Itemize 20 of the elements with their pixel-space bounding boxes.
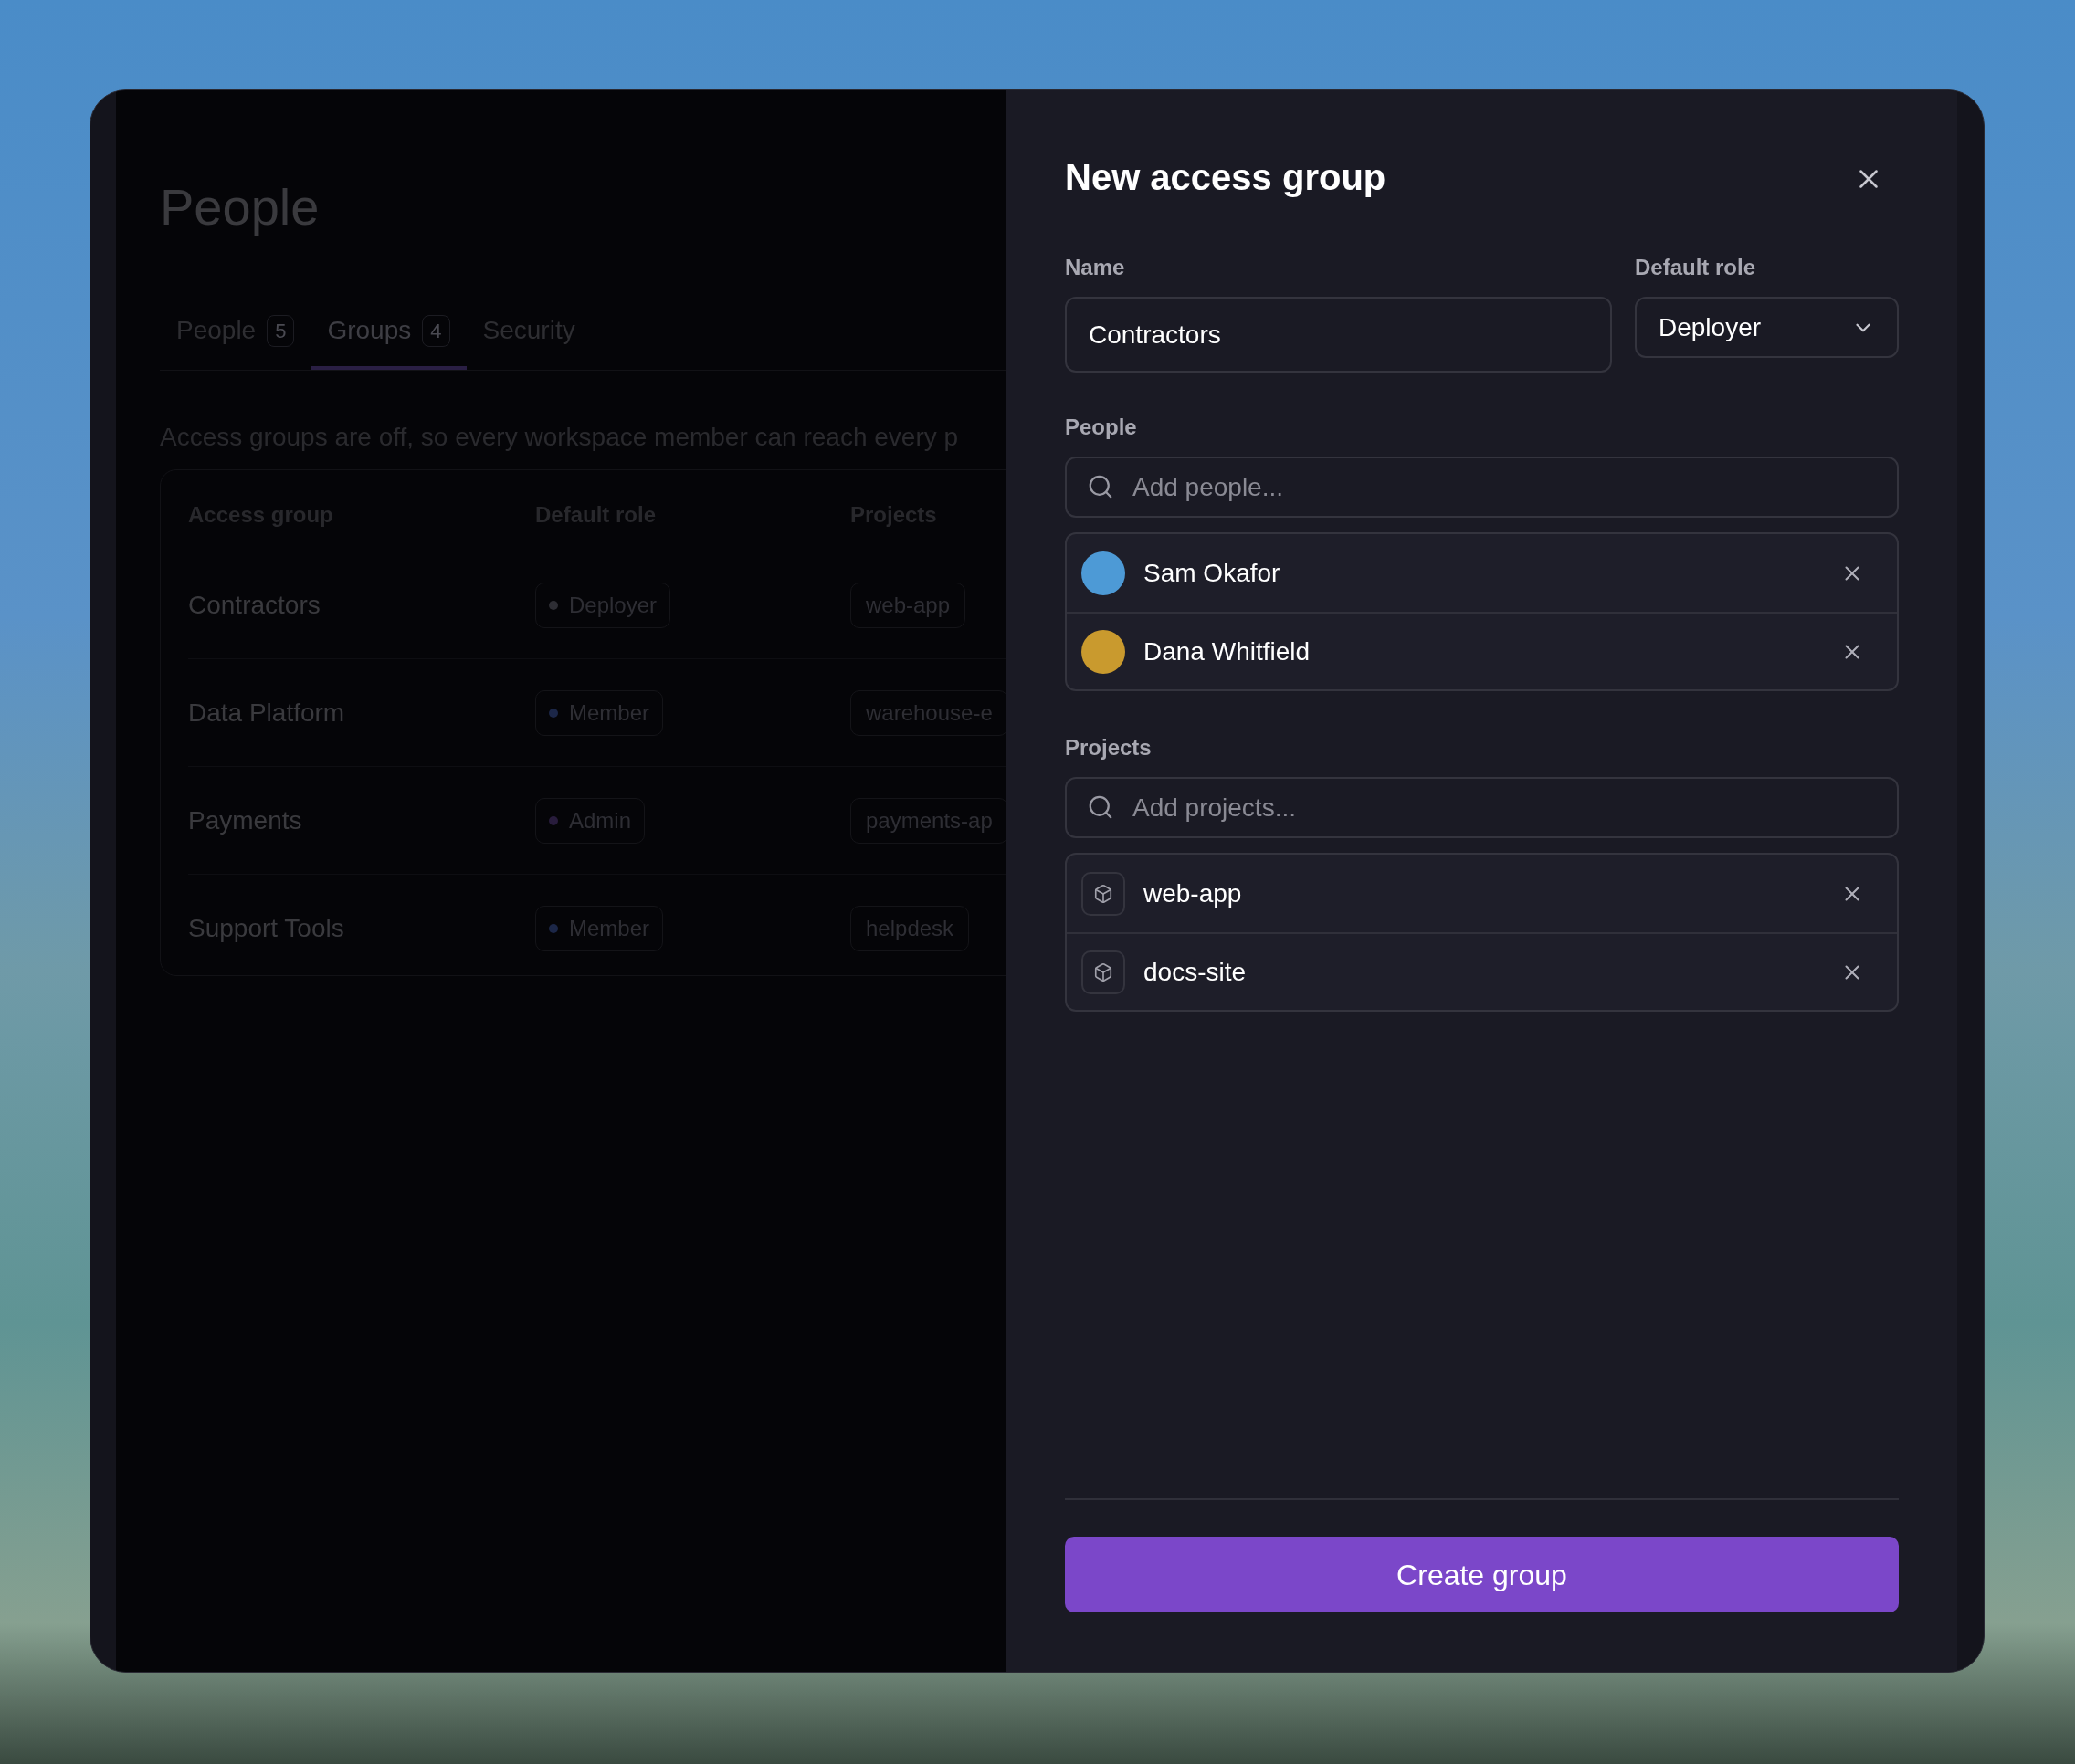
name-input[interactable]: Contractors [1065, 297, 1612, 373]
tab-count: 4 [422, 314, 450, 347]
search-field[interactable]: Add projects... [1065, 777, 1899, 838]
person-name: Sam Okafor [1143, 557, 1281, 589]
field-label: Name [1065, 254, 1126, 281]
section-label: Projects [1065, 734, 1153, 761]
role-select[interactable]: Deployer [1635, 297, 1899, 358]
project-name: docs-site [1143, 956, 1248, 988]
search-icon [1087, 473, 1114, 500]
field-label: Default role [1635, 254, 1757, 281]
create-group-button[interactable]: Create group [1065, 1537, 1899, 1612]
person-name: Dana Whitfield [1143, 635, 1311, 667]
section-label: People [1065, 414, 1138, 441]
project-name: web-app [1143, 877, 1243, 909]
tab-count: 5 [267, 314, 295, 347]
search-field[interactable]: Add people... [1065, 457, 1899, 518]
cube-icon [1081, 871, 1125, 916]
cube-icon [1081, 950, 1125, 994]
drawer-title: New access group [1065, 156, 1386, 199]
search-icon [1087, 793, 1114, 821]
